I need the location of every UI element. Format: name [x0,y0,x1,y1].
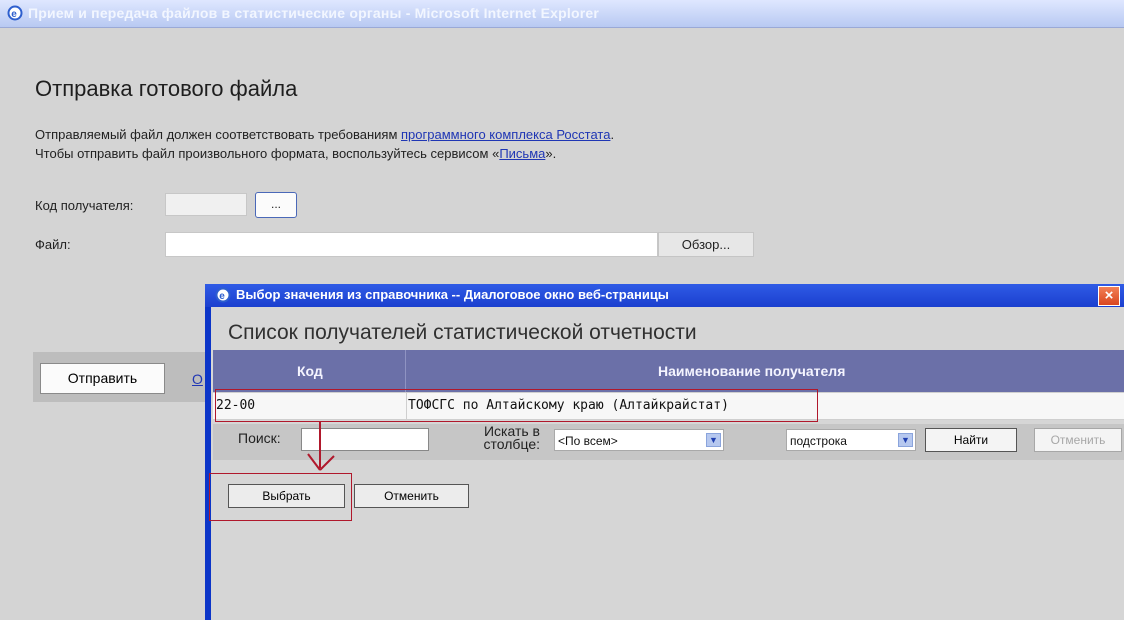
letters-service-link[interactable]: Письма [499,146,545,161]
recipient-code-input[interactable] [165,193,247,216]
find-button[interactable]: Найти [925,428,1017,452]
table-header: Код Наименование получателя [213,350,1124,392]
file-browse-button[interactable]: Обзор... [658,232,754,257]
ie-icon: e [215,287,231,303]
file-path-input[interactable] [165,232,658,257]
column-header-name-label: Наименование получателя [658,363,846,379]
chevron-down-icon: ▼ [898,433,913,447]
cancel-button[interactable]: Отменить [354,484,469,508]
column-header-code-label: Код [297,363,323,379]
cancel-search-button[interactable]: Отменить [1034,428,1122,452]
letters-prefix: Чтобы отправить файл произвольного форма… [35,146,500,161]
recipient-code-label: Код получателя: [35,198,134,213]
search-column-label: Искать в столбце: [480,424,540,452]
requirements-prefix: Отправляемый файл должен соответствовать… [35,127,401,142]
send-button[interactable]: Отправить [40,363,165,394]
column-select-value: <По всем> [558,434,618,448]
search-column-label-line2: столбце: [483,436,540,452]
svg-text:e: e [11,9,17,20]
recipient-picker-button[interactable]: ... [255,192,297,218]
dialog-title: Выбор значения из справочника -- Диалого… [236,287,669,302]
choose-highlight-frame [209,473,352,521]
column-header-name[interactable]: Наименование получателя [406,350,1124,392]
letters-text: Чтобы отправить файл произвольного форма… [35,146,556,161]
file-label: Файл: [35,237,71,252]
ie-icon: e [7,5,23,21]
rosstat-software-link[interactable]: программного комплекса Росстата [401,127,610,142]
svg-text:e: e [219,291,225,302]
requirements-text: Отправляемый файл должен соответствовать… [35,127,614,142]
search-label: Поиск: [238,430,281,446]
main-window-titlebar: e Прием и передача файлов в статистическ… [0,0,1124,28]
row-highlight-frame [215,389,818,422]
match-mode-value: подстрока [790,434,847,448]
letters-suffix: ». [545,146,557,161]
annotation-arrow [307,422,335,471]
dialog-titlebar: e Выбор значения из справочника -- Диало… [205,284,1124,307]
column-select[interactable]: <По всем> ▼ [554,429,724,451]
page-title: Отправка готового файла [35,76,298,101]
partial-link[interactable]: О [192,371,203,387]
close-icon[interactable]: × [1098,286,1120,306]
dialog-subtitle: Список получателей статистической отчетн… [228,321,697,344]
chevron-down-icon: ▼ [706,433,721,447]
requirements-suffix: . [610,127,615,142]
window-title: Прием и передача файлов в статистические… [28,5,600,21]
match-mode-select[interactable]: подстрока ▼ [786,429,916,451]
column-header-code[interactable]: Код [213,350,406,392]
